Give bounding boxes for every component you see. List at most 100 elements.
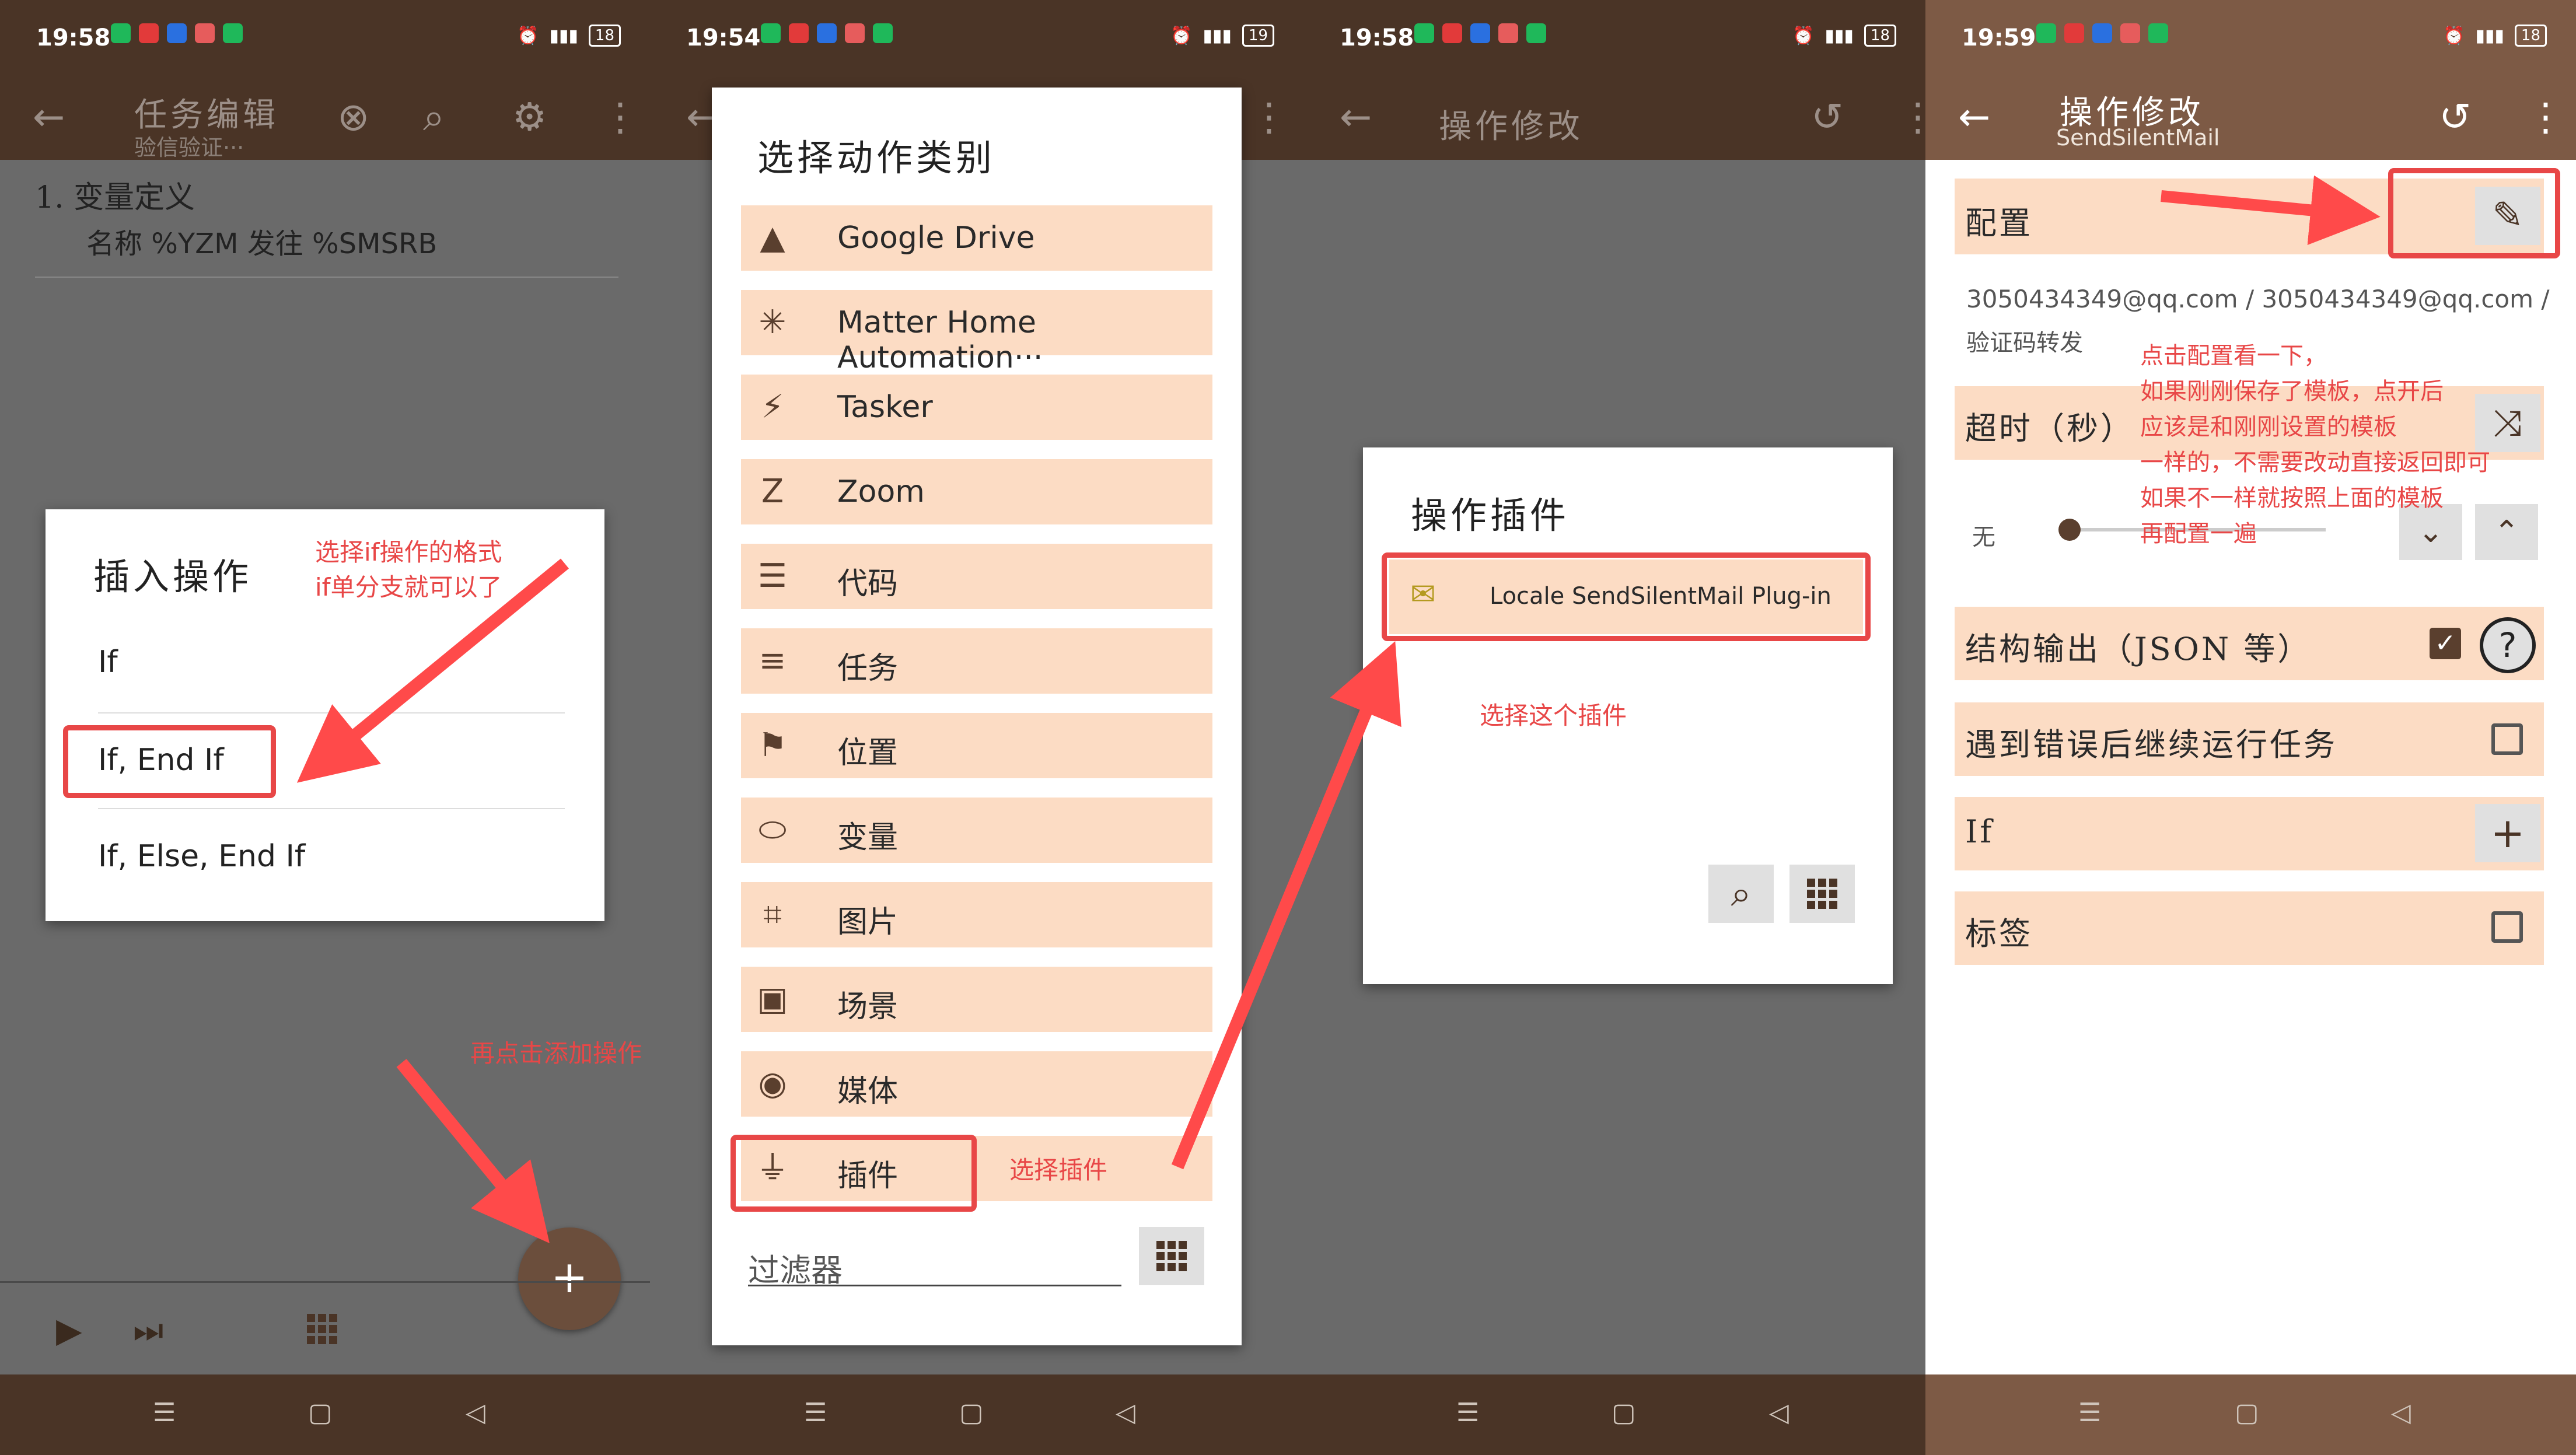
picture-icon: ▣ [757,980,788,1018]
select-category-dialog: 选择动作类别 ▲ Google Drive ✳ Matter Home Automa… [712,88,1242,1345]
config-value: 3050434349@qq.com / 3050434349@qq.com / [1966,285,2550,313]
signal-icon: ▮▮▮ [2475,25,2504,46]
status-right: ⏰ ▮▮▮ 18 [2443,25,2547,47]
category-image[interactable]: ⌗ 图片 [741,882,1212,947]
app-icon [2064,23,2084,43]
menu-nav-icon[interactable]: ☰ [804,1398,827,1428]
home-nav-icon[interactable]: ▢ [1612,1398,1636,1428]
nav-bar: ☰ ▢ ◁ [1925,1374,2576,1455]
structured-output-label: 结构输出（JSON 等） [1965,631,2312,667]
toolbar: ← 操作修改 ↺ ⋮ [1303,77,1925,160]
category-location[interactable]: ⚑ 位置 [741,713,1212,778]
undo-icon[interactable]: ↺ [2439,95,2471,139]
category-media[interactable]: ◉ 媒体 [741,1051,1212,1117]
toolbar-title: 操作修改 [1439,108,1584,146]
more-vert-icon[interactable]: ⋮ [1250,95,1288,139]
continue-on-error-checkbox[interactable] [2491,723,2523,755]
category-label: Matter Home Automation··· [837,305,1043,375]
back-arrow-icon[interactable]: ← [1340,95,1372,139]
status-bar: 19:59 ⏰ ▮▮▮ 18 [1925,0,2576,77]
crop-icon: ⌗ [763,896,782,933]
status-bar: 19:54 ⏰ ▮▮▮ 19 [650,0,1303,77]
category-label: Tasker [837,390,933,425]
flag-icon: ⚑ [757,726,788,764]
category-tasker[interactable]: ⚡ Tasker [741,375,1212,440]
continue-on-error-label: 遇到错误后继续运行任务 [1965,726,2337,763]
status-time: 19:59 [1962,25,2036,51]
search-button[interactable]: ⌕ [1708,865,1774,923]
help-button[interactable]: ? [2480,617,2536,673]
category-label: 代码 [837,566,899,601]
highlight-box [730,1135,977,1212]
slider-thumb[interactable] [2058,519,2081,541]
status-right: ⏰ ▮▮▮ 18 [1792,25,1896,47]
app-icon [1470,23,1490,43]
lightning-icon: ⚡ [761,388,784,426]
back-nav-icon[interactable]: ◁ [1769,1398,1789,1428]
app-icon [789,23,809,43]
label-label: 标签 [1965,915,2033,952]
status-right: ⏰ ▮▮▮ 19 [1170,25,1274,47]
label-checkbox[interactable] [2491,911,2523,943]
app-icon [873,23,893,43]
panel-select-category: 19:54 ⏰ ▮▮▮ 19 ← ⋮ 选择动作类别 ▲ Google Drive … [650,0,1303,1455]
back-nav-icon[interactable]: ◁ [2391,1398,2411,1428]
category-task[interactable]: ≡ 任务 [741,628,1212,694]
back-arrow-icon[interactable]: ← [1958,95,1990,139]
nav-bar: ☰ ▢ ◁ [650,1374,1303,1455]
panel-plugin-select: 19:58 ⏰ ▮▮▮ 18 ← 操作修改 ↺ ⋮ 操作插件 ✉ Locale … [1303,0,1925,1455]
menu-nav-icon[interactable]: ☰ [2078,1398,2101,1428]
category-label: 位置 [837,736,899,771]
app-icon [2092,23,2112,43]
toolbar: ← 操作修改 SendSilentMail ↺ ⋮ [1925,77,2576,160]
status-time: 19:54 [686,25,761,51]
config-value-2: 验证码转发 [1966,330,2083,356]
drive-icon: ▲ [760,219,785,257]
app-icon [2148,23,2168,43]
filter-placeholder: 过滤器 [748,1252,843,1289]
category-zoom[interactable]: Z Zoom [741,459,1212,524]
app-icon [1442,23,1462,43]
category-label: Zoom [837,474,925,509]
status-time: 19:58 [1340,25,1414,51]
annotation-select-plugin: 选择插件 [1009,1156,1108,1184]
more-vert-icon[interactable]: ⋮ [2526,95,2565,139]
category-variable[interactable]: ⬭ 变量 [741,798,1212,863]
grid-icon [1807,879,1837,909]
app-icon [1526,23,1546,43]
search-icon: ⌕ [1731,872,1752,915]
category-label: 场景 [837,989,899,1024]
filter-input[interactable]: 过滤器 [748,1234,1121,1289]
signal-icon: ▮▮▮ [1203,25,1232,46]
signal-icon: ▮▮▮ [1824,25,1854,46]
category-code[interactable]: ☰ 代码 [741,544,1212,609]
alarm-icon: ⏰ [1170,25,1193,46]
chevron-up-icon: ⌃ [2494,515,2519,550]
home-nav-icon[interactable]: ▢ [959,1398,984,1428]
status-app-icons [761,23,893,43]
more-vert-icon[interactable]: ⋮ [1899,95,1925,139]
category-matter[interactable]: ✳ Matter Home Automation··· [741,290,1212,375]
home-nav-icon[interactable]: ▢ [2235,1398,2259,1428]
category-scene[interactable]: ▣ 场景 [741,967,1212,1032]
back-nav-icon[interactable]: ◁ [1116,1398,1135,1428]
code-icon: ☰ [757,557,788,595]
add-if-button[interactable]: + [2475,804,2540,862]
grid-icon [1156,1241,1187,1271]
category-label: 媒体 [837,1074,899,1109]
zoom-icon: Z [761,473,784,510]
matter-icon: ✳ [759,303,787,341]
app-icon [2120,23,2140,43]
grid-button[interactable] [1139,1227,1204,1285]
highlight-box [2388,168,2560,258]
category-google-drive[interactable]: ▲ Google Drive [741,205,1212,271]
dialog-title: 操作插件 [1411,494,1570,537]
undo-icon[interactable]: ↺ [1811,95,1843,139]
status-bar: 19:58 ⏰ ▮▮▮ 18 [1303,0,1925,77]
status-app-icons [2036,23,2168,43]
arrow-annotations [296,558,569,1243]
panel-task-edit: 19:58 ⏰ ▮▮▮ 18 ← 任务编辑 验信验证··· ⊗ ⌕ ⚙ ⋮ 1.… [0,0,650,1455]
menu-nav-icon[interactable]: ☰ [1456,1398,1479,1428]
structured-output-checkbox[interactable]: ✓ [2430,628,2461,659]
grid-button[interactable] [1789,865,1855,923]
